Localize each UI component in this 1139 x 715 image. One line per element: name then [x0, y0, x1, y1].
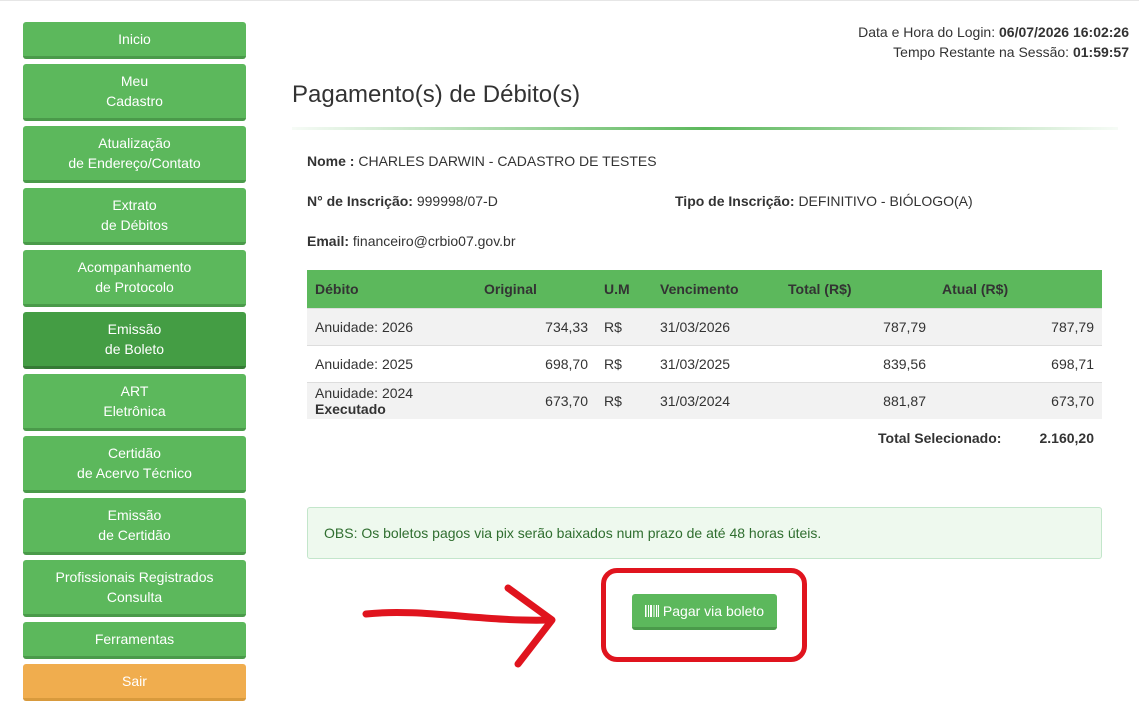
cell-total: 839,56 — [780, 344, 934, 382]
header-original: Original — [476, 270, 596, 308]
header-vencimento: Vencimento — [652, 270, 780, 308]
sidebar-item-label: de Endereço/Contato — [68, 155, 201, 171]
sidebar-item-label: de Boleto — [104, 341, 165, 357]
cell-vencimento: 31/03/2024 — [652, 381, 780, 419]
type-label: Tipo de Inscrição: — [675, 193, 795, 209]
login-label: Data e Hora do Login: — [858, 24, 996, 40]
header-atual: Atual (R$) — [934, 270, 1102, 308]
header-total: Total (R$) — [780, 270, 934, 308]
table-row[interactable]: Anuidade: 2024 Executado 673,70 R$ 31/03… — [307, 381, 1102, 419]
sidebar-item-label: Acompanhamento — [77, 259, 192, 275]
debito-text: Anuidade: 2026 — [315, 318, 414, 335]
cell-vencimento: 31/03/2025 — [652, 344, 780, 382]
cell-um: R$ — [596, 381, 652, 419]
cell-atual: 698,71 — [934, 344, 1102, 382]
remaining-value: 01:59:57 — [1072, 44, 1129, 60]
header-um: U.M — [596, 270, 652, 308]
email-label: Email: — [307, 233, 350, 249]
sidebar-nav: Inicio Meu Cadastro Atualização de Ender… — [23, 0, 246, 715]
sidebar-item-label: Eletrônica — [103, 403, 166, 419]
sidebar-item-label: Atualização — [98, 135, 171, 151]
cell-atual: 673,70 — [934, 381, 1102, 419]
sidebar-item-profissionais-registrados[interactable]: Profissionais Registrados Consulta — [23, 560, 246, 617]
total-selected-value: 2.160,20 — [1039, 430, 1095, 446]
cell-total: 881,87 — [780, 381, 934, 419]
profile-type: Tipo de Inscrição: DEFINITIVO - BIÓLOGO(… — [675, 193, 973, 209]
sidebar-item-label: Certidão — [108, 445, 161, 461]
cell-vencimento: 31/03/2026 — [652, 307, 780, 345]
debts-table: Débito Original U.M Vencimento Total (R$… — [307, 270, 1102, 419]
cell-total: 787,79 — [780, 307, 934, 345]
sidebar-item-emissao-certidao[interactable]: Emissão de Certidão — [23, 498, 246, 555]
sidebar-item-art-eletronica[interactable]: ART Eletrônica — [23, 374, 246, 431]
cell-original: 734,33 — [476, 307, 596, 345]
sidebar-item-label: de Certidão — [98, 527, 171, 543]
sidebar-item-certidao-acervo[interactable]: Certidão de Acervo Técnico — [23, 436, 246, 493]
table-row[interactable]: Anuidade: 2026 734,33 R$ 31/03/2026 787,… — [307, 307, 1102, 345]
email-value: financeiro@crbio07.gov.br — [352, 233, 516, 249]
sidebar-item-label: Consulta — [106, 589, 163, 605]
obs-alert: OBS: Os boletos pagos via pix serão baix… — [307, 507, 1102, 559]
inscription-label: N° de Inscrição: — [307, 193, 413, 209]
sidebar-item-label: Meu — [120, 73, 149, 89]
inscription-value: 999998/07-D — [416, 193, 498, 209]
cell-um: R$ — [596, 307, 652, 345]
sidebar-item-inicio[interactable]: Inicio — [23, 22, 246, 59]
cell-um: R$ — [596, 344, 652, 382]
sidebar-item-label: ART — [120, 383, 149, 399]
sidebar-item-atualizacao-endereco[interactable]: Atualização de Endereço/Contato — [23, 126, 246, 183]
cell-original: 673,70 — [476, 381, 596, 419]
sidebar-item-label: Profissionais Registrados — [55, 569, 214, 585]
type-value: DEFINITIVO - BIÓLOGO(A) — [798, 193, 973, 209]
sidebar-item-extrato-debitos[interactable]: Extrato de Débitos — [23, 188, 246, 245]
total-selected-label: Total Selecionado: — [878, 430, 1002, 446]
sidebar-item-ferramentas[interactable]: Ferramentas — [23, 622, 246, 659]
sidebar-item-sair[interactable]: Sair — [23, 664, 246, 701]
session-info: Data e Hora do Login: 06/07/2026 16:02:2… — [858, 22, 1129, 62]
obs-text: OBS: Os boletos pagos via pix serão baix… — [324, 525, 822, 541]
sidebar-item-emissao-boleto[interactable]: Emissão de Boleto — [23, 312, 246, 369]
session-remaining: Tempo Restante na Sessão: 01:59:57 — [858, 42, 1129, 62]
sidebar-item-label: Emissão — [107, 321, 162, 337]
sidebar-item-label: Sair — [122, 673, 147, 689]
sidebar-item-label: de Débitos — [101, 217, 168, 233]
profile-inscription: N° de Inscrição: 999998/07-D — [307, 193, 498, 209]
title-divider — [292, 127, 1118, 130]
remaining-label: Tempo Restante na Sessão: — [893, 44, 1070, 60]
sidebar-item-label: de Acervo Técnico — [77, 465, 192, 481]
sidebar-item-label: Emissão — [107, 507, 162, 523]
login-value: 06/07/2026 16:02:26 — [999, 24, 1129, 40]
profile-name: Nome : CHARLES DARWIN - CADASTRO DE TEST… — [307, 153, 657, 169]
sidebar-item-meu-cadastro[interactable]: Meu Cadastro — [23, 64, 246, 121]
cell-debito: Anuidade: 2024 Executado — [307, 381, 476, 419]
table-row[interactable]: Anuidade: 2025 698,70 R$ 31/03/2025 839,… — [307, 344, 1102, 382]
status-executado: Executado — [315, 400, 386, 417]
sidebar-item-acompanhamento-protocolo[interactable]: Acompanhamento de Protocolo — [23, 250, 246, 307]
debito-text: Anuidade: 2025 — [315, 355, 414, 372]
sidebar-item-label: Cadastro — [106, 93, 163, 109]
cell-debito: Anuidade: 2026 — [307, 307, 476, 345]
pay-via-boleto-button[interactable]: Pagar via boleto — [632, 594, 777, 630]
name-value: CHARLES DARWIN - CADASTRO DE TESTES — [358, 153, 657, 169]
debito-text: Anuidade: 2024 — [315, 384, 414, 401]
sidebar-item-label: Extrato — [112, 197, 157, 213]
cell-original: 698,70 — [476, 344, 596, 382]
cell-debito: Anuidade: 2025 — [307, 344, 476, 382]
profile-email: Email: financeiro@crbio07.gov.br — [307, 233, 516, 249]
pay-button-label: Pagar via boleto — [662, 602, 765, 619]
login-time: Data e Hora do Login: 06/07/2026 16:02:2… — [858, 22, 1129, 42]
annotation-arrow-icon — [362, 584, 556, 668]
name-label: Nome : — [307, 153, 355, 169]
sidebar-item-label: Ferramentas — [94, 631, 175, 647]
sidebar-item-label: Inicio — [118, 31, 151, 47]
sidebar-item-label: de Protocolo — [95, 279, 174, 295]
cell-atual: 787,79 — [934, 307, 1102, 345]
barcode-icon — [644, 604, 659, 617]
table-header-row: Débito Original U.M Vencimento Total (R$… — [307, 270, 1102, 308]
header-debito: Débito — [307, 270, 476, 308]
page-title: Pagamento(s) de Débito(s) — [292, 81, 581, 108]
